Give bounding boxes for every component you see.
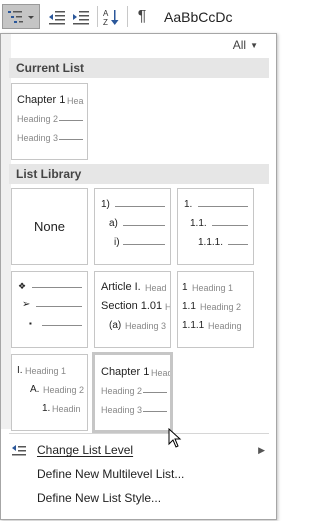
thumb-line: H <box>165 302 171 312</box>
thumb-line: Heading 3 <box>101 405 143 415</box>
thumb-line: Head <box>145 283 167 293</box>
thumb-line: Heading 1 <box>25 366 67 376</box>
thumb-line: 1.1. <box>190 218 207 229</box>
bullet-square-icon: ▪ <box>29 319 32 328</box>
thumb-line: Article I. <box>101 281 141 293</box>
current-list-thumbnail[interactable]: Chapter 1 Hea Heading 2 Heading 3 <box>11 83 88 160</box>
thumb-line: Heading 2 <box>43 385 85 395</box>
thumb-rule <box>59 139 83 140</box>
define-multilevel-list-menu-item[interactable]: Define New Multilevel List... <box>1 463 271 485</box>
menu-separator <box>9 433 269 434</box>
thumb-line: Chapter 1 <box>101 366 150 378</box>
thumb-line: I. <box>17 365 23 376</box>
define-list-style-label: Define New List Style... <box>37 491 162 505</box>
pilcrow-icon: ¶ <box>137 7 147 25</box>
thumb-line: Hea <box>67 96 84 106</box>
thumb-rule <box>143 392 167 393</box>
thumb-rule <box>123 244 165 245</box>
thumb-line: Heading 3 <box>17 133 59 143</box>
change-level-icon <box>11 439 27 464</box>
thumb-line: Heading 1 <box>192 283 234 293</box>
bullet-diamond-icon: ❖ <box>18 281 27 291</box>
thumb-line: a) <box>109 218 118 229</box>
thumb-line: Chapter 1 <box>17 94 66 106</box>
define-multilevel-list-label: Define New Multilevel List... <box>37 467 185 481</box>
decrease-indent-button[interactable] <box>46 4 68 29</box>
thumb-line: 1.1 <box>182 301 196 312</box>
ribbon-separator <box>127 6 128 27</box>
filter-label: All <box>232 38 247 52</box>
thumb-line: Head <box>151 368 173 378</box>
define-list-style-menu-item[interactable]: Define New List Style... <box>1 487 271 509</box>
list-roman-outline-thumbnail[interactable]: I. Heading 1 A. Heading 2 1. Headin <box>11 354 88 431</box>
multilevel-list-button[interactable] <box>2 4 40 29</box>
thumb-rule <box>198 206 248 207</box>
list-article-section-thumbnail[interactable]: Article I. Head Section 1.01 H (a) Headi… <box>94 271 171 348</box>
list-none-thumbnail[interactable]: None <box>11 188 88 265</box>
thumb-line: Heading 3 <box>125 321 167 331</box>
thumb-line: Heading 2 <box>101 386 143 396</box>
list-bullets-thumbnail[interactable]: ❖ ➢ ▪ <box>11 271 88 348</box>
thumb-line: (a) <box>109 320 122 331</box>
thumb-line: Heading 2 <box>17 114 59 124</box>
increase-indent-button[interactable] <box>70 4 92 29</box>
show-formatting-button[interactable]: ¶ <box>131 4 153 29</box>
thumb-line: Section 1.01 <box>101 300 163 312</box>
svg-text:Z: Z <box>103 18 108 26</box>
thumb-rule <box>212 225 248 226</box>
thumb-line: Heading <box>208 321 242 331</box>
list-chapter-heading-thumbnail[interactable]: Chapter 1 Head Heading 2 Heading 3 <box>92 352 173 433</box>
thumb-rule <box>123 225 165 226</box>
list-decimal-thumbnail[interactable]: 1. 1.1. 1.1.1. <box>177 188 254 265</box>
sort-button[interactable]: A Z <box>101 4 123 29</box>
thumb-rule <box>32 287 82 288</box>
thumb-line: 1.1.1 <box>182 320 205 331</box>
thumb-line: 1 <box>182 282 188 293</box>
thumb-line: A. <box>30 384 40 395</box>
increase-indent-icon <box>73 10 89 24</box>
svg-text:A: A <box>103 9 109 18</box>
multilevel-list-icon <box>8 10 34 23</box>
current-list-header: Current List <box>9 58 269 78</box>
bullet-arrow-icon: ➢ <box>22 299 31 310</box>
change-list-level-menu-item[interactable]: Change List Level ▶ <box>1 439 271 461</box>
thumb-line: 1) <box>101 199 110 210</box>
caret-down-icon: ▼ <box>250 41 258 50</box>
submenu-arrow-icon: ▶ <box>258 445 265 455</box>
left-gutter <box>1 34 11 429</box>
thumb-rule <box>143 411 167 412</box>
none-label: None <box>33 219 66 234</box>
filter-dropdown[interactable]: All ▼ <box>233 38 258 52</box>
thumb-line: Headin <box>52 404 81 414</box>
thumb-rule <box>42 325 82 326</box>
mouse-pointer-icon <box>168 428 182 448</box>
thumb-rule <box>228 244 248 245</box>
thumb-rule <box>59 120 83 121</box>
ribbon-separator <box>97 6 98 27</box>
thumb-line: 1.1.1. <box>198 237 224 248</box>
thumb-line: Heading 2 <box>200 302 242 312</box>
decrease-indent-icon <box>49 10 65 24</box>
list-library-header: List Library <box>9 164 269 184</box>
thumb-rule <box>115 206 165 207</box>
ribbon-paragraph-group: A Z ¶ AaBbCcDc <box>0 0 278 35</box>
sort-az-icon: A Z <box>103 9 119 26</box>
list-heading-numbered-thumbnail[interactable]: 1 Heading 1 1.1 Heading 2 1.1.1 Heading <box>177 271 254 348</box>
thumb-rule <box>36 306 82 307</box>
style-gallery-preview[interactable]: AaBbCcDc <box>164 9 232 25</box>
change-list-level-label: Change List Level <box>37 443 134 457</box>
thumb-line: 1. <box>42 403 51 414</box>
thumb-line: 1. <box>184 199 193 210</box>
list-numbered-paren-thumbnail[interactable]: 1) a) i) <box>94 188 171 265</box>
thumb-line: i) <box>114 237 120 248</box>
multilevel-list-dropdown: All ▼ Current List Chapter 1 Hea Heading … <box>0 33 277 520</box>
